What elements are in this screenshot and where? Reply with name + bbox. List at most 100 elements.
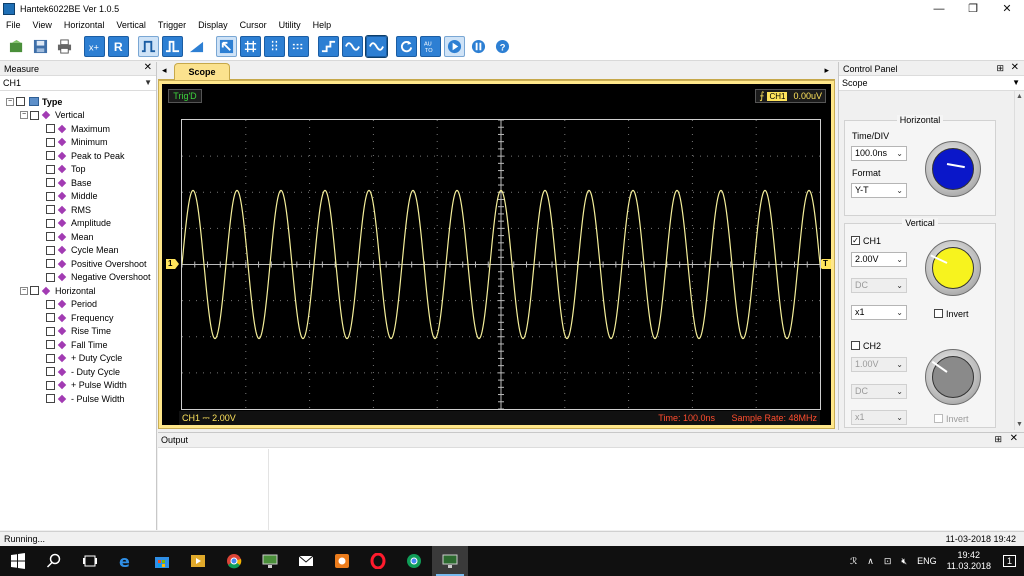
pause-button[interactable] bbox=[468, 36, 489, 57]
ch2-volts-select[interactable]: 1.00V ⌄ bbox=[851, 357, 907, 372]
tree-checkbox[interactable] bbox=[46, 124, 55, 134]
step-button[interactable] bbox=[318, 36, 339, 57]
tab-scope[interactable]: Scope bbox=[174, 63, 230, 80]
sine-active-button[interactable] bbox=[365, 35, 388, 58]
collapse-icon[interactable]: − bbox=[20, 286, 28, 295]
time-div-knob[interactable] bbox=[925, 141, 981, 197]
menu-vertical[interactable]: Vertical bbox=[116, 20, 146, 30]
pulse-button[interactable] bbox=[162, 36, 183, 57]
people-icon[interactable]: ℛ bbox=[850, 556, 857, 567]
measure-close-icon[interactable]: ✕ bbox=[144, 62, 152, 73]
waveform-plot[interactable] bbox=[181, 119, 821, 410]
maximize-button[interactable]: ❐ bbox=[956, 0, 990, 17]
ch1-ground-marker[interactable]: 1 bbox=[166, 259, 179, 269]
ramp-button[interactable] bbox=[186, 36, 207, 57]
time-div-select[interactable]: 100.0ns ⌄ bbox=[851, 146, 907, 161]
help-button[interactable]: ? bbox=[492, 36, 513, 57]
ch1-probe-select[interactable]: x1 ⌄ bbox=[851, 305, 907, 320]
media-taskbar-button[interactable] bbox=[180, 546, 216, 576]
ch2-coupling-select[interactable]: DC ⌄ bbox=[851, 384, 907, 399]
tree-group-vertical[interactable]: − Vertical bbox=[0, 109, 156, 123]
clock[interactable]: 19:42 11.03.2018 bbox=[947, 550, 991, 572]
output-close-icon[interactable]: ✕ bbox=[1010, 433, 1018, 444]
tree-checkbox[interactable] bbox=[16, 97, 25, 107]
menu-horizontal[interactable]: Horizontal bbox=[64, 20, 105, 30]
collapse-icon[interactable]: − bbox=[6, 97, 14, 106]
measure-item[interactable]: Mean bbox=[0, 230, 156, 244]
tab-scroll-right-icon[interactable]: ▸ bbox=[824, 65, 829, 76]
measure-item[interactable]: + Duty Cycle bbox=[0, 352, 156, 366]
measure-item[interactable]: Base bbox=[0, 176, 156, 190]
refresh-button[interactable] bbox=[396, 36, 417, 57]
control-panel-scrollbar[interactable]: ▲ ▼ bbox=[1014, 91, 1024, 430]
notification-icon[interactable]: 1 bbox=[1002, 555, 1016, 567]
tree-checkbox[interactable] bbox=[46, 353, 55, 363]
control-mode-select[interactable]: Scope ▼ bbox=[839, 76, 1024, 91]
measure-item[interactable]: Fall Time bbox=[0, 338, 156, 352]
ch2-probe-select[interactable]: x1 ⌄ bbox=[851, 410, 907, 425]
grid-button[interactable] bbox=[240, 36, 261, 57]
measure-button[interactable]: x+ bbox=[84, 36, 105, 57]
menu-trigger[interactable]: Trigger bbox=[158, 20, 186, 30]
control-close-icon[interactable]: ✕ bbox=[1011, 62, 1019, 73]
run-button[interactable] bbox=[444, 36, 465, 57]
save-button[interactable] bbox=[30, 36, 51, 57]
tree-checkbox[interactable] bbox=[46, 340, 55, 350]
tree-checkbox[interactable] bbox=[46, 380, 55, 390]
measure-item[interactable]: Amplitude bbox=[0, 217, 156, 231]
measure-item[interactable]: Top bbox=[0, 163, 156, 177]
tree-checkbox[interactable] bbox=[46, 205, 55, 215]
measure-item[interactable]: - Duty Cycle bbox=[0, 365, 156, 379]
menu-view[interactable]: View bbox=[33, 20, 52, 30]
menu-help[interactable]: Help bbox=[313, 20, 332, 30]
tree-checkbox[interactable] bbox=[46, 394, 55, 404]
volume-muted-icon[interactable]: 🔇︎ bbox=[901, 556, 907, 567]
tree-checkbox[interactable] bbox=[46, 137, 55, 147]
measure-item[interactable]: Period bbox=[0, 298, 156, 312]
minimize-button[interactable]: — bbox=[922, 0, 956, 17]
mail-taskbar-button[interactable] bbox=[288, 546, 324, 576]
chrome-alt-taskbar-button[interactable] bbox=[396, 546, 432, 576]
tree-checkbox[interactable] bbox=[46, 232, 55, 242]
measure-item[interactable]: Rise Time bbox=[0, 325, 156, 339]
tab-scroll-left-icon[interactable]: ◂ bbox=[162, 65, 167, 76]
ch1-invert-checkbox[interactable] bbox=[934, 309, 943, 318]
ch2-checkbox[interactable] bbox=[851, 341, 860, 350]
search-button[interactable] bbox=[36, 546, 72, 576]
scroll-down-icon[interactable]: ▼ bbox=[1016, 421, 1023, 428]
reset-button[interactable]: R bbox=[108, 36, 129, 57]
measure-item[interactable]: Peak to Peak bbox=[0, 149, 156, 163]
chrome-taskbar-button[interactable] bbox=[216, 546, 252, 576]
ch1-volts-select[interactable]: 2.00V ⌄ bbox=[851, 252, 907, 267]
print-button[interactable] bbox=[54, 36, 75, 57]
measure-item[interactable]: Frequency bbox=[0, 311, 156, 325]
scroll-up-icon[interactable]: ▲ bbox=[1016, 93, 1023, 100]
tree-checkbox[interactable] bbox=[46, 178, 55, 188]
measure-channel-select[interactable]: CH1 ▼ bbox=[0, 76, 156, 91]
tree-checkbox[interactable] bbox=[46, 326, 55, 336]
office-taskbar-button[interactable] bbox=[324, 546, 360, 576]
measure-item[interactable]: + Pulse Width bbox=[0, 379, 156, 393]
ch1-coupling-select[interactable]: DC ⌄ bbox=[851, 278, 907, 293]
measure-item[interactable]: Middle bbox=[0, 190, 156, 204]
measure-item[interactable]: Positive Overshoot bbox=[0, 257, 156, 271]
tree-checkbox[interactable] bbox=[46, 259, 55, 269]
store-taskbar-button[interactable] bbox=[144, 546, 180, 576]
task-view-button[interactable] bbox=[72, 546, 108, 576]
open-button[interactable] bbox=[6, 36, 27, 57]
tree-checkbox[interactable] bbox=[46, 313, 55, 323]
close-button[interactable]: ✕ bbox=[990, 0, 1024, 17]
dots-button[interactable] bbox=[264, 36, 285, 57]
measure-item[interactable]: Cycle Mean bbox=[0, 244, 156, 258]
tree-checkbox[interactable] bbox=[46, 272, 55, 282]
measure-item[interactable]: RMS bbox=[0, 203, 156, 217]
opera-taskbar-button[interactable] bbox=[360, 546, 396, 576]
format-select[interactable]: Y-T ⌄ bbox=[851, 183, 907, 198]
language-indicator[interactable]: ENG bbox=[917, 556, 937, 566]
tree-checkbox[interactable] bbox=[30, 286, 39, 296]
dashes-button[interactable] bbox=[288, 36, 309, 57]
auto-button[interactable]: AU TO bbox=[420, 36, 441, 57]
ch2-invert-checkbox[interactable] bbox=[934, 414, 943, 423]
pin-icon[interactable]: ⊞ bbox=[996, 63, 1004, 74]
tree-checkbox[interactable] bbox=[46, 164, 55, 174]
